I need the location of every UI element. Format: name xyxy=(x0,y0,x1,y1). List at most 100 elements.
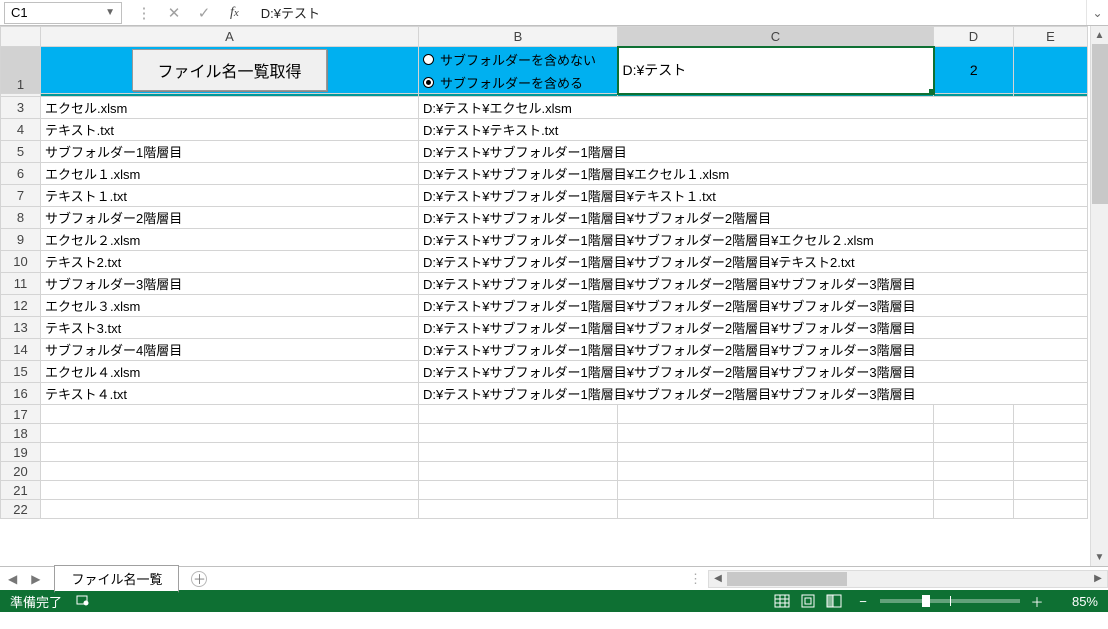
row-header[interactable]: 7 xyxy=(1,185,41,207)
cell[interactable]: テキスト１.txt xyxy=(41,185,419,207)
fx-icon[interactable]: fx xyxy=(222,5,247,21)
scroll-up-icon[interactable]: ▲ xyxy=(1091,26,1108,44)
zoom-percent[interactable]: 85% xyxy=(1054,594,1098,609)
cell[interactable] xyxy=(1014,405,1088,424)
col-header-c[interactable]: C xyxy=(618,27,934,47)
row-header[interactable]: 13 xyxy=(1,317,41,339)
row-header[interactable]: 14 xyxy=(1,339,41,361)
col-header-e[interactable]: E xyxy=(1014,27,1088,47)
cell[interactable]: エクセル３.xlsm xyxy=(41,295,419,317)
cell[interactable] xyxy=(419,424,618,443)
cell[interactable]: エクセル２.xlsm xyxy=(41,229,419,251)
tab-splitter-icon[interactable]: ⋮ xyxy=(683,571,708,587)
cell-c1-selected[interactable]: D:¥テスト xyxy=(618,47,934,94)
col-header-b[interactable]: B xyxy=(419,27,618,47)
cell[interactable]: D:¥テスト¥エクセル.xlsm xyxy=(419,97,1088,119)
row-header[interactable]: 3 xyxy=(1,97,41,119)
vertical-scrollbar[interactable]: ▲ ▼ xyxy=(1090,26,1108,566)
cell[interactable] xyxy=(618,481,934,500)
formula-options-icon[interactable]: ⋮ xyxy=(132,2,156,24)
spreadsheet-grid[interactable]: A B C D E 1 ファイル名一覧取得 サブフォルダーを含めない サブフォル… xyxy=(0,26,1088,519)
cell[interactable] xyxy=(934,424,1014,443)
cell[interactable] xyxy=(934,500,1014,519)
col-header-d[interactable]: D xyxy=(934,27,1014,47)
view-page-break-icon[interactable] xyxy=(820,590,846,612)
macro-record-icon[interactable] xyxy=(76,593,90,610)
row-header[interactable]: 18 xyxy=(1,424,41,443)
get-file-list-button[interactable]: ファイル名一覧取得 xyxy=(132,49,326,91)
view-page-layout-icon[interactable] xyxy=(794,590,820,612)
row-header[interactable]: 22 xyxy=(1,500,41,519)
scroll-thumb[interactable] xyxy=(1092,44,1108,204)
cell[interactable] xyxy=(1014,443,1088,462)
zoom-in-icon[interactable]: ＋ xyxy=(1030,592,1044,611)
row-header[interactable]: 5 xyxy=(1,141,41,163)
cell[interactable]: D:¥テスト¥サブフォルダー1階層目¥サブフォルダー2階層目¥テキスト2.txt xyxy=(419,251,1088,273)
tab-nav-prev-icon[interactable]: ◀ xyxy=(8,572,17,586)
cell[interactable]: D:¥テスト¥サブフォルダー1階層目¥サブフォルダー2階層目¥サブフォルダー3階… xyxy=(419,383,1088,405)
cell-a1[interactable]: ファイル名一覧取得 xyxy=(41,47,419,94)
cell[interactable]: D:¥テスト¥サブフォルダー1階層目¥サブフォルダー2階層目 xyxy=(419,207,1088,229)
row-header[interactable]: 17 xyxy=(1,405,41,424)
cell[interactable] xyxy=(618,424,934,443)
cell-e1[interactable] xyxy=(1014,47,1088,94)
cell[interactable]: D:¥テスト¥サブフォルダー1階層目¥サブフォルダー2階層目¥サブフォルダー3階… xyxy=(419,361,1088,383)
cell[interactable] xyxy=(41,424,419,443)
cell[interactable] xyxy=(1014,424,1088,443)
row-header[interactable]: 8 xyxy=(1,207,41,229)
cell[interactable] xyxy=(934,405,1014,424)
view-normal-icon[interactable] xyxy=(768,590,794,612)
cell-d1[interactable]: 2 xyxy=(934,47,1014,94)
row-header[interactable]: 16 xyxy=(1,383,41,405)
cell[interactable]: D:¥テスト¥サブフォルダー1階層目¥サブフォルダー2階層目¥サブフォルダー3階… xyxy=(419,295,1088,317)
radio-exclude-subfolders[interactable]: サブフォルダーを含めない xyxy=(423,50,613,69)
row-header[interactable]: 4 xyxy=(1,119,41,141)
cancel-icon[interactable]: ✕ xyxy=(162,2,186,24)
enter-icon[interactable]: ✓ xyxy=(192,2,216,24)
cell[interactable] xyxy=(41,405,419,424)
cell[interactable] xyxy=(1014,500,1088,519)
cell[interactable] xyxy=(419,481,618,500)
cell[interactable] xyxy=(934,481,1014,500)
cell[interactable]: D:¥テスト¥サブフォルダー1階層目¥サブフォルダー2階層目¥サブフォルダー3階… xyxy=(419,317,1088,339)
cell[interactable]: サブフォルダー4階層目 xyxy=(41,339,419,361)
cell[interactable] xyxy=(934,462,1014,481)
cell[interactable] xyxy=(41,462,419,481)
cell[interactable]: D:¥テスト¥サブフォルダー1階層目¥サブフォルダー2階層目¥サブフォルダー3階… xyxy=(419,339,1088,361)
tab-nav-next-icon[interactable]: ▶ xyxy=(31,572,40,586)
col-header-a[interactable]: A xyxy=(41,27,419,47)
cell[interactable] xyxy=(618,500,934,519)
row-header[interactable]: 6 xyxy=(1,163,41,185)
row-header[interactable]: 12 xyxy=(1,295,41,317)
cell[interactable]: テキスト3.txt xyxy=(41,317,419,339)
zoom-out-icon[interactable]: − xyxy=(856,594,870,609)
row-header[interactable]: 11 xyxy=(1,273,41,295)
row-header[interactable]: 9 xyxy=(1,229,41,251)
row-header[interactable]: 15 xyxy=(1,361,41,383)
horizontal-scrollbar[interactable]: ◀ ▶ xyxy=(708,570,1108,588)
cell[interactable]: テキスト2.txt xyxy=(41,251,419,273)
cell[interactable]: D:¥テスト¥サブフォルダー1階層目¥サブフォルダー2階層目¥エクセル２.xls… xyxy=(419,229,1088,251)
select-all-cell[interactable] xyxy=(1,27,41,47)
cell[interactable]: D:¥テスト¥サブフォルダー1階層目¥テキスト１.txt xyxy=(419,185,1088,207)
cell[interactable] xyxy=(41,500,419,519)
formula-expand-icon[interactable]: ⌄ xyxy=(1086,0,1108,25)
cell[interactable] xyxy=(1014,481,1088,500)
scroll-down-icon[interactable]: ▼ xyxy=(1091,548,1108,566)
cell[interactable]: サブフォルダー2階層目 xyxy=(41,207,419,229)
chevron-down-icon[interactable]: ▼ xyxy=(105,7,115,18)
cell[interactable]: テキスト４.txt xyxy=(41,383,419,405)
row-header[interactable]: 10 xyxy=(1,251,41,273)
add-sheet-icon[interactable]: ＋ xyxy=(191,571,207,587)
row-header[interactable]: 20 xyxy=(1,462,41,481)
zoom-knob[interactable] xyxy=(922,595,930,607)
formula-input[interactable]: D:¥テスト xyxy=(253,3,1086,22)
cell[interactable] xyxy=(419,443,618,462)
cell[interactable] xyxy=(419,500,618,519)
cell[interactable] xyxy=(41,443,419,462)
cell[interactable] xyxy=(618,443,934,462)
row-header[interactable]: 21 xyxy=(1,481,41,500)
cell[interactable]: エクセル４.xlsm xyxy=(41,361,419,383)
cell[interactable]: D:¥テスト¥サブフォルダー1階層目¥エクセル１.xlsm xyxy=(419,163,1088,185)
hscroll-thumb[interactable] xyxy=(727,572,847,586)
